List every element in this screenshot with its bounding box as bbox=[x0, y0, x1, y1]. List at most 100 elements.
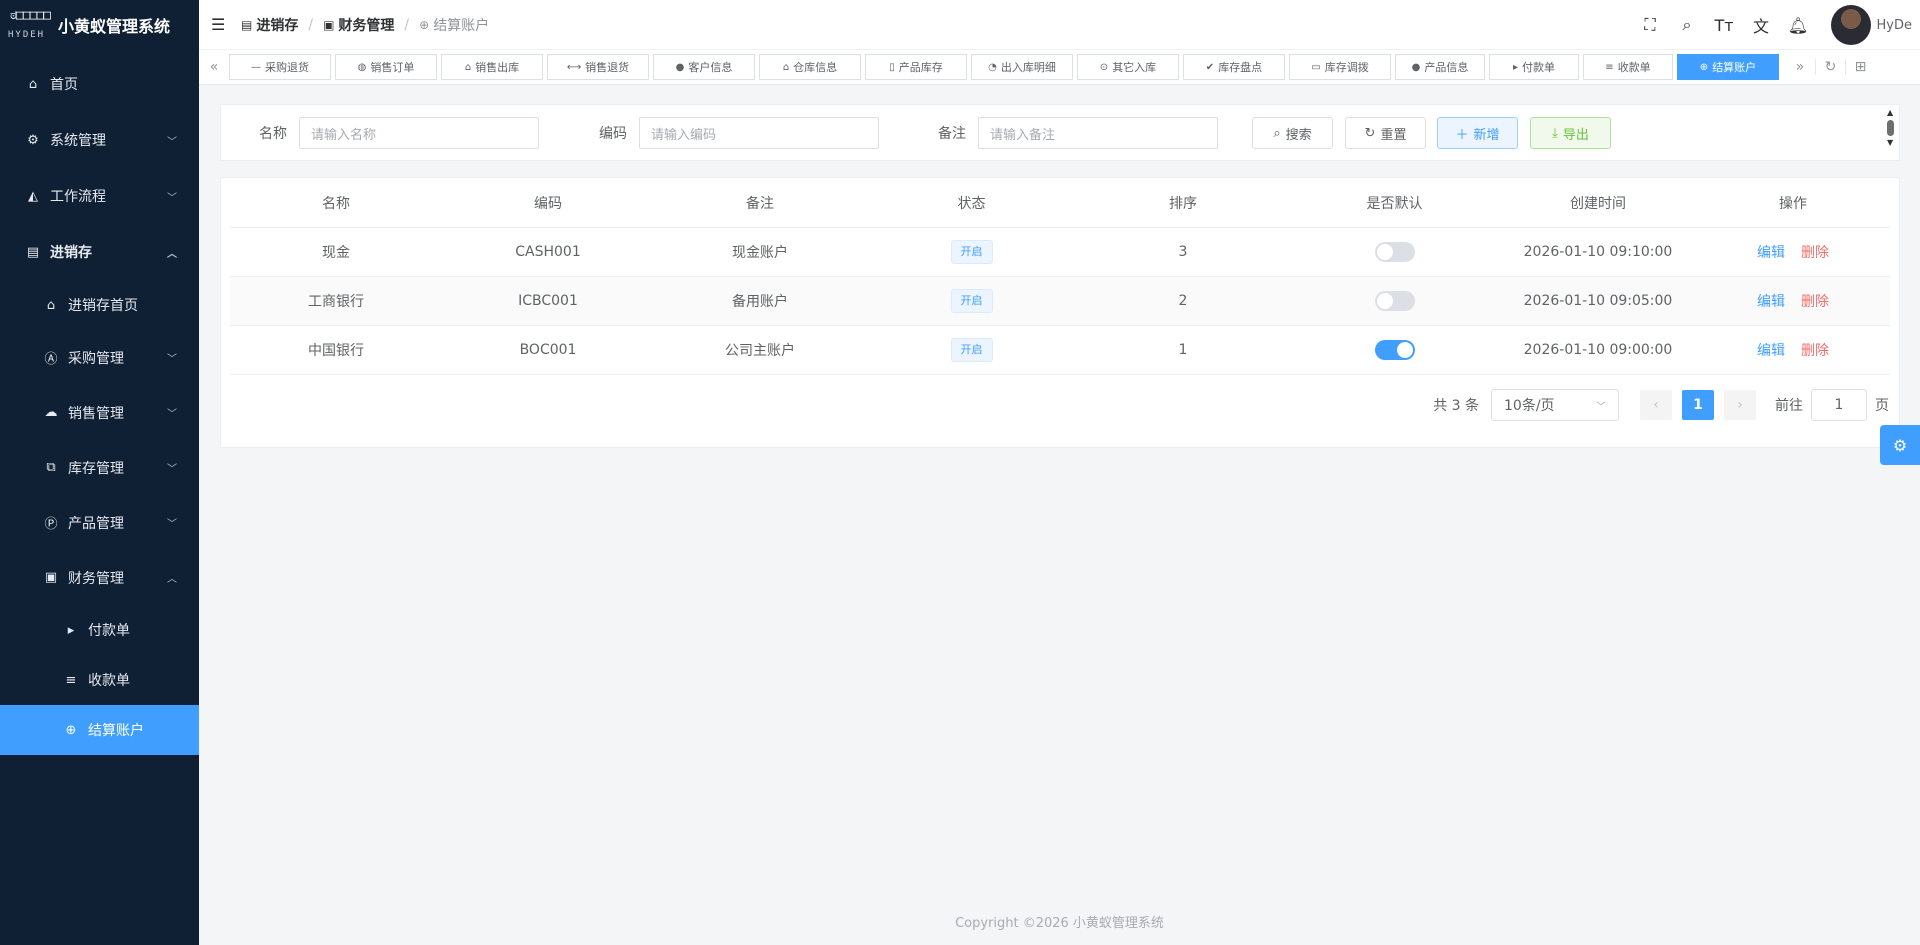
table-panel: 名称 编码 备注 状态 排序 是否默认 创建时间 操作 现金 CASH001 现金账… bbox=[220, 177, 1900, 448]
add-button[interactable]: ＋新增 bbox=[1437, 117, 1518, 149]
logo: ಠ□□□□□ HYDEH 小黄蚁管理系统 bbox=[0, 0, 199, 50]
delete-link[interactable]: 删除 bbox=[1801, 294, 1829, 310]
sidebar-item-sales[interactable]: ☁ 销售管理 ﹀ bbox=[0, 385, 199, 440]
reset-button[interactable]: ↻ 重置 bbox=[1345, 117, 1426, 149]
remark-field: 备注 请输入备注 bbox=[938, 117, 1218, 149]
folder-icon: ▭ bbox=[1311, 61, 1321, 73]
sidebar-item-inventory[interactable]: ▤ 进销存 ︿ bbox=[0, 224, 199, 280]
remark-input[interactable]: 请输入备注 bbox=[978, 117, 1218, 149]
trash-icon: ▯ bbox=[889, 61, 895, 73]
tab[interactable]: ⊙ 其它入库 bbox=[1077, 54, 1179, 80]
edit-link[interactable]: 编辑 bbox=[1757, 245, 1785, 261]
chevron-up-icon: ︿ bbox=[167, 248, 177, 260]
ledger-icon: ▤ bbox=[26, 244, 40, 260]
delete-link[interactable]: 删除 bbox=[1801, 245, 1829, 261]
page-jumper: 前往 1 页 bbox=[1775, 389, 1889, 421]
grid-icon[interactable]: ⊞ bbox=[1845, 59, 1875, 75]
scroll-up-icon[interactable]: ▲ bbox=[1887, 109, 1895, 117]
status-badge: 开启 bbox=[950, 338, 993, 362]
font-size-icon[interactable]: Tт bbox=[1706, 16, 1743, 35]
tab[interactable]: ⟷ 销售退货 bbox=[547, 54, 649, 80]
edit-link[interactable]: 编辑 bbox=[1757, 343, 1785, 359]
tab[interactable]: ● 客户信息 bbox=[653, 54, 755, 80]
fullscreen-icon[interactable]: ⛶ bbox=[1632, 15, 1669, 35]
sidebar-item-home[interactable]: ⌂ 首页 bbox=[0, 56, 199, 112]
default-toggle[interactable] bbox=[1374, 291, 1415, 311]
settings-gear-icon[interactable]: ⚙ bbox=[1880, 425, 1920, 465]
tab[interactable]: ✔ 库存盘点 bbox=[1183, 54, 1285, 80]
cell-actions: 编辑 删除 bbox=[1696, 291, 1890, 311]
tab[interactable]: ≡ 收款单 bbox=[1583, 54, 1673, 80]
sidebar-item-settlement-account[interactable]: ⊕ 结算账户 bbox=[0, 705, 199, 755]
tab[interactable]: ◔ 出入库明细 bbox=[971, 54, 1073, 80]
tab[interactable]: ▸ 付款单 bbox=[1489, 54, 1579, 80]
name-input[interactable]: 请输入名称 bbox=[299, 117, 539, 149]
tab[interactable]: ⌂ 仓库信息 bbox=[759, 54, 861, 80]
sidebar-item-receipt[interactable]: ≡ 收款单 bbox=[0, 655, 199, 705]
tab[interactable]: ⌂ 销售出库 bbox=[441, 54, 543, 80]
search-button[interactable]: ⌕ 搜索 bbox=[1252, 117, 1333, 149]
sidebar-item-product[interactable]: Ⓟ 产品管理 ﹀ bbox=[0, 495, 199, 550]
export-button[interactable]: ⤓ 导出 bbox=[1530, 117, 1611, 149]
next-page-button[interactable]: › bbox=[1724, 390, 1756, 420]
tab-label: 产品库存 bbox=[898, 61, 943, 74]
tabs-scroll-left-icon[interactable]: « bbox=[199, 59, 229, 75]
sidebar-item-label: 付款单 bbox=[88, 623, 130, 639]
list-icon: ≡ bbox=[1605, 61, 1614, 73]
tab[interactable]: ⊕ 结算账户 bbox=[1677, 54, 1779, 80]
sidebar-item-label: 库存管理 bbox=[68, 460, 124, 477]
remark-label: 备注 bbox=[938, 126, 966, 142]
sidebar-item-label: 进销存 bbox=[50, 245, 92, 261]
tab-label: 收款单 bbox=[1617, 61, 1651, 74]
default-toggle[interactable] bbox=[1374, 242, 1415, 262]
breadcrumb-item[interactable]: 财务管理 bbox=[338, 15, 394, 35]
app-title: 小黄蚁管理系统 bbox=[58, 17, 171, 36]
chevron-down-icon: ﹀ bbox=[167, 136, 177, 148]
breadcrumb-separator: / bbox=[308, 16, 314, 33]
scroll-down-icon[interactable]: ▼ bbox=[1887, 139, 1895, 147]
translate-icon[interactable]: 文 bbox=[1743, 13, 1780, 37]
delete-link[interactable]: 删除 bbox=[1801, 343, 1829, 359]
sidebar-item-stock[interactable]: ⧉ 库存管理 ﹀ bbox=[0, 440, 199, 495]
breadcrumb-item[interactable]: 进销存 bbox=[256, 15, 298, 35]
refresh-icon: ↻ bbox=[1364, 125, 1376, 141]
username[interactable]: HyDe bbox=[1877, 18, 1912, 33]
tab-label: 销售退货 bbox=[585, 61, 630, 74]
avatar[interactable] bbox=[1830, 5, 1871, 45]
page-size-select[interactable]: 10条/页 ﹀ bbox=[1491, 389, 1619, 421]
goto-input[interactable]: 1 bbox=[1811, 389, 1867, 421]
cell-code: CASH001 bbox=[515, 244, 581, 260]
hamburger-icon[interactable]: ☰ bbox=[211, 15, 227, 34]
scrollbar-thumb[interactable] bbox=[1887, 120, 1894, 136]
ledger-icon: ▤ bbox=[241, 17, 253, 32]
code-input[interactable]: 请输入编码 bbox=[639, 117, 879, 149]
barbell-icon: ⟷ bbox=[566, 61, 582, 73]
tab[interactable]: ● 产品信息 bbox=[1395, 54, 1485, 80]
chevron-up-icon: ︿ bbox=[167, 574, 177, 585]
sidebar-item-system[interactable]: ⚙ 系统管理 ﹀ bbox=[0, 112, 199, 168]
prev-page-button[interactable]: ‹ bbox=[1640, 390, 1672, 420]
pagination-total: 共 3 条 bbox=[1433, 398, 1479, 414]
sidebar-item-payment[interactable]: ▸ 付款单 bbox=[0, 605, 199, 655]
sidebar-item-finance[interactable]: ▣ 财务管理 ︿ bbox=[0, 550, 199, 605]
cell-sort: 1 bbox=[1178, 342, 1188, 358]
tab[interactable]: — 采购退货 bbox=[229, 54, 331, 80]
page-number[interactable]: 1 bbox=[1682, 390, 1714, 420]
edit-link[interactable]: 编辑 bbox=[1757, 294, 1785, 310]
sidebar-item-label: 采购管理 bbox=[68, 350, 124, 367]
tab[interactable]: ◍ 销售订单 bbox=[335, 54, 437, 80]
sidebar-item-purchase[interactable]: Ⓐ 采购管理 ﹀ bbox=[0, 330, 199, 385]
default-toggle[interactable] bbox=[1374, 340, 1415, 360]
refresh-icon[interactable]: ↻ bbox=[1815, 59, 1845, 75]
tabs-scroll-right-icon[interactable]: » bbox=[1785, 59, 1815, 75]
scrollbar[interactable]: ▲ ▼ bbox=[1887, 109, 1895, 157]
tab-label: 结算账户 bbox=[1712, 61, 1757, 74]
sidebar-item-inventory-home[interactable]: ⌂ 进销存首页 bbox=[0, 280, 199, 330]
zoom-icon: ⊙ bbox=[1099, 61, 1109, 73]
sidebar-item-workflow[interactable]: ◭ 工作流程 ﹀ bbox=[0, 168, 199, 224]
bell-icon[interactable]: 🔔︎ bbox=[1780, 16, 1817, 35]
tab[interactable]: ▭ 库存调拨 bbox=[1289, 54, 1391, 80]
cell-created: 2026-01-10 09:00:00 bbox=[1523, 342, 1673, 358]
tab[interactable]: ▯ 产品库存 bbox=[865, 54, 967, 80]
search-icon[interactable]: ⌕ bbox=[1669, 15, 1706, 35]
